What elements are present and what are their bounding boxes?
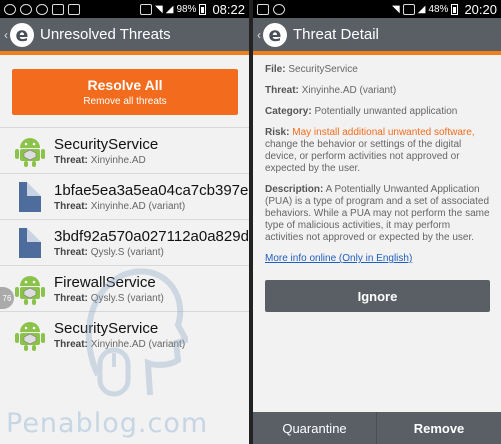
sync-icon: [36, 3, 48, 15]
threat-label: Threat:: [265, 85, 299, 96]
sim-icon: [140, 3, 153, 15]
page-title: Threat Detail: [293, 26, 379, 43]
back-icon[interactable]: ‹: [4, 28, 8, 42]
battery-percent: 48%: [428, 3, 449, 15]
threat-detail-screen: ◥ ◢ 48% 20:20 ‹ e Threat Detail File: Se…: [253, 0, 501, 444]
file-row: File: SecurityService: [265, 64, 491, 76]
threat-list-item[interactable]: SecurityService Threat: Xinyinhe.AD: [0, 127, 249, 173]
page-title: Unresolved Threats: [40, 26, 171, 43]
category-value: Potentially unwanted application: [314, 106, 458, 117]
threat-item-name: SecurityService: [54, 135, 159, 153]
image-icon: [68, 3, 80, 15]
threat-prefix: Threat:: [54, 154, 88, 166]
watermark-head-icon: [85, 268, 188, 397]
battery-icon: [199, 3, 207, 15]
threat-prefix: Threat:: [54, 200, 88, 212]
risk-text: change the behavior or settings of the d…: [265, 139, 462, 174]
ignore-button[interactable]: Ignore: [265, 280, 490, 312]
search-icon: [4, 3, 16, 15]
risk-row: Risk: May install additional unwanted so…: [265, 127, 491, 175]
category-label: Category:: [265, 106, 312, 117]
status-bar: ◥ ◢ 48% 20:20: [253, 0, 501, 18]
android-icon: [15, 272, 45, 306]
resolve-all-label: Resolve All: [87, 77, 163, 93]
signal-icon: ◢: [165, 3, 174, 15]
remove-button[interactable]: Remove: [377, 412, 501, 444]
wifi-icon: ◥: [155, 3, 163, 15]
more-info-link[interactable]: More info online (Only in English): [265, 253, 412, 264]
file-icon: [15, 226, 45, 260]
file-label: File:: [265, 64, 286, 75]
back-icon[interactable]: ‹: [257, 28, 261, 42]
eset-logo: e: [263, 22, 287, 47]
risk-label: Risk:: [265, 127, 290, 138]
battery-percent: 98%: [176, 3, 197, 15]
battery-icon: [451, 3, 459, 15]
threat-row: Threat: Xinyinhe.AD (variant): [265, 85, 491, 97]
eset-logo: e: [10, 22, 34, 47]
file-value: SecurityService: [288, 64, 358, 75]
resolve-all-button[interactable]: Resolve All Remove all threats: [12, 69, 238, 115]
file-icon: [15, 180, 45, 214]
android-icon: [15, 318, 45, 352]
category-row: Category: Potentially unwanted applicati…: [265, 106, 491, 118]
unresolved-threats-screen: ◥ ◢ 98% 08:22 ‹ e Unresolved Threats Res…: [0, 0, 249, 444]
resolve-all-sublabel: Remove all threats: [83, 96, 167, 107]
sim-icon: [402, 3, 415, 15]
app-icon: [257, 3, 269, 15]
status-bar: ◥ ◢ 98% 08:22: [0, 0, 249, 18]
app-bar[interactable]: ‹ e Unresolved Threats: [0, 18, 249, 55]
android-icon: [15, 134, 45, 168]
threat-item-detail: Threat: Xinyinhe.AD (variant): [54, 201, 249, 212]
threat-item-name: 3bdf92a570a027112a0a829d1: [54, 227, 249, 245]
signal-icon: ◢: [417, 3, 426, 15]
app-bar[interactable]: ‹ e Threat Detail: [253, 18, 501, 55]
description-row: Description: A Potentially Unwanted Appl…: [265, 184, 491, 244]
risk-highlight: May install additional unwanted software…: [292, 127, 475, 138]
threat-item-name: 1bfae5ea3a5ea04ca7cb397eb: [54, 181, 249, 199]
threat-list-item[interactable]: 1bfae5ea3a5ea04ca7cb397eb Threat: Xinyin…: [0, 173, 249, 219]
search-icon: [273, 3, 285, 15]
clock: 20:20: [464, 1, 497, 17]
threat-value: Xinyinhe.AD (variant): [301, 85, 397, 96]
threat-item-value: Xinyinhe.AD: [90, 154, 146, 166]
threat-item-detail: Threat: Xinyinhe.AD: [54, 155, 158, 166]
watermark-text: Penablog.com: [6, 408, 209, 439]
app-icon: [20, 3, 32, 15]
notification-icon: [52, 3, 64, 15]
threat-detail-body: File: SecurityService Threat: Xinyinhe.A…: [265, 64, 491, 274]
description-label: Description:: [265, 184, 324, 195]
clock: 08:22: [212, 1, 245, 17]
threat-item-value: Xinyinhe.AD (variant): [90, 200, 186, 212]
action-bar: Quarantine Remove: [253, 412, 501, 444]
quarantine-button[interactable]: Quarantine: [253, 412, 377, 444]
wifi-icon: ◥: [392, 3, 400, 15]
